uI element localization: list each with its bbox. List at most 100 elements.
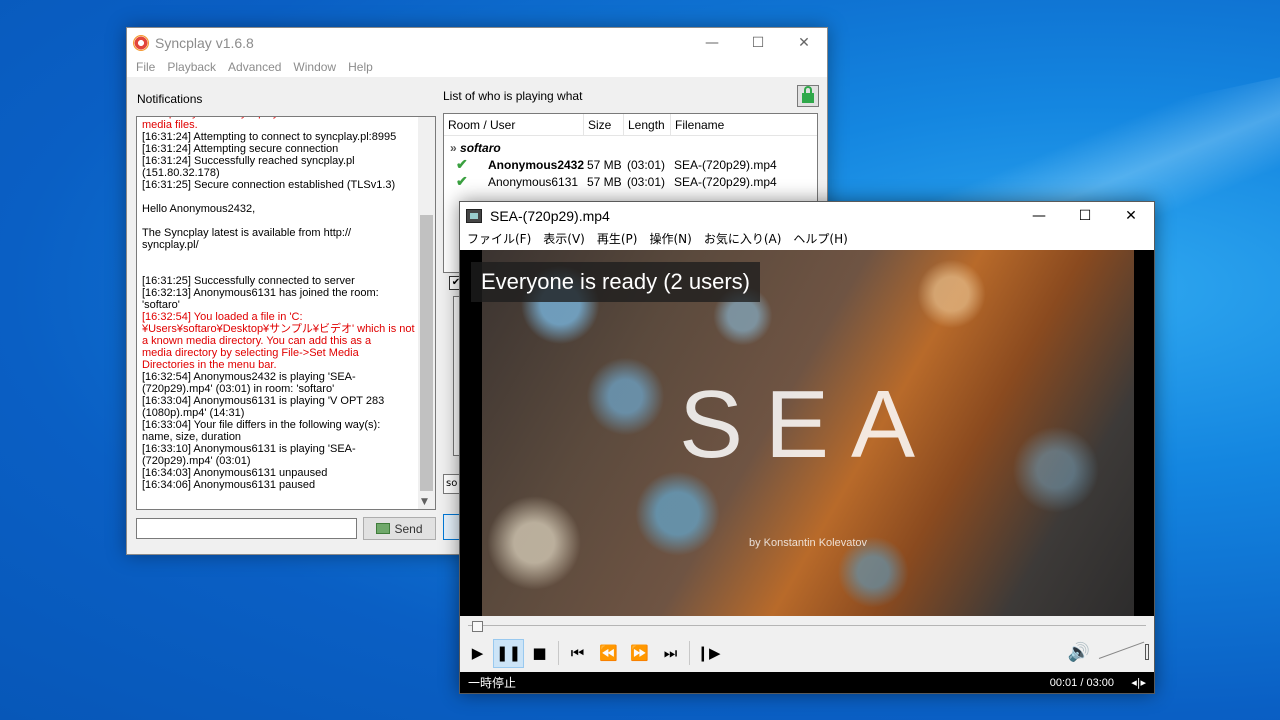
- notifications-log[interactable]: and specify where Syncplay should look t…: [136, 116, 436, 510]
- scrollbar-thumb[interactable]: [420, 215, 433, 491]
- osd-message: Everyone is ready (2 users): [471, 262, 760, 302]
- menu-navigate[interactable]: 操作(N): [649, 230, 691, 250]
- playback-status: 一時停止: [468, 676, 517, 690]
- room-row[interactable]: » softaro: [450, 141, 501, 155]
- user-length: (03:01): [627, 175, 666, 189]
- notifications-text: and specify where Syncplay should look t…: [142, 117, 420, 491]
- log-line: [16:33:04] Anonymous6131 is playing 'V O…: [142, 395, 385, 407]
- log-line: [16:34:06] Anonymous6131 paused: [142, 479, 316, 491]
- pause-icon[interactable]: ❚❚: [493, 638, 524, 668]
- col-size[interactable]: Size: [584, 114, 624, 135]
- room-name: softaro: [460, 141, 501, 155]
- video-byline: by Konstantin Kolevatov: [748, 537, 868, 549]
- user-file: SEA-(720p29).mp4: [674, 158, 777, 172]
- separator: [558, 641, 559, 665]
- rewind-icon[interactable]: ⏪: [593, 639, 624, 668]
- menu-help[interactable]: Help: [348, 58, 373, 77]
- volume-slider[interactable]: [1098, 641, 1149, 662]
- room-expand-icon: »: [450, 141, 457, 155]
- status-bar: 一時停止 00:01 / 03:00 ◂|▸: [460, 672, 1154, 693]
- syncplay-title: Syncplay v1.6.8: [155, 35, 254, 51]
- log-line: (720p29).mp4' (03:01) in room: 'softaro': [142, 383, 335, 395]
- time-readout: 00:01 / 03:00: [1049, 676, 1114, 689]
- scroll-down-icon[interactable]: ▼: [421, 497, 428, 507]
- menu-play[interactable]: 再生(P): [597, 230, 638, 250]
- user-row[interactable]: ✔ Anonymous2432 57 MB (03:01) SEA-(720p2…: [444, 156, 817, 174]
- video-frame: SEA by Konstantin Kolevatov: [482, 250, 1134, 616]
- log-line: Directories in the menu bar.: [142, 359, 277, 371]
- menu-playback[interactable]: Playback: [167, 58, 216, 77]
- player-controls: ▶ ❚❚ ■ ⏮ ⏪ ⏩ ⏭ ❙▶ 🔊: [460, 634, 1154, 672]
- menu-favorites[interactable]: お気に入り(A): [704, 230, 782, 250]
- log-line: 'softaro': [142, 299, 180, 311]
- col-length[interactable]: Length: [624, 114, 671, 135]
- syncplay-menubar: File Playback Advanced Window Help: [127, 58, 827, 78]
- log-line: syncplay.pl/: [142, 239, 199, 251]
- log-line: [16:31:24] Attempting to connect to sync…: [142, 131, 397, 143]
- maximize-button[interactable]: ☐: [1062, 202, 1108, 230]
- audio-stream-icon[interactable]: ◂|▸: [1131, 676, 1146, 689]
- log-line: name, size, duration: [142, 431, 242, 443]
- user-length: (03:01): [627, 158, 666, 172]
- log-line: [16:32:13] Anonymous6131 has joined the …: [142, 287, 379, 299]
- notifications-scrollbar[interactable]: ▼: [418, 117, 435, 509]
- log-line: [16:32:54] You loaded a file in 'C:: [142, 311, 303, 323]
- log-line: [16:32:54] Anonymous2432 is playing 'SEA…: [142, 371, 356, 383]
- separator: [689, 641, 690, 665]
- menu-advanced[interactable]: Advanced: [228, 58, 281, 77]
- user-size: 57 MB: [587, 175, 622, 189]
- user-list-header: Room / User Size Length Filename: [444, 114, 817, 136]
- chat-input[interactable]: [136, 518, 357, 539]
- user-list-label: List of who is playing what: [443, 89, 583, 103]
- close-button[interactable]: ✕: [781, 28, 827, 58]
- send-icon: [376, 523, 391, 534]
- close-button[interactable]: ✕: [1108, 202, 1154, 230]
- send-button[interactable]: Send: [363, 517, 436, 540]
- lock-icon: [802, 86, 814, 103]
- volume-icon[interactable]: 🔊: [1068, 642, 1090, 663]
- col-filename[interactable]: Filename: [671, 114, 817, 135]
- menu-view[interactable]: 表示(V): [543, 230, 585, 250]
- player-titlebar[interactable]: SEA-(720p29).mp4 — ☐ ✕: [460, 202, 1154, 230]
- play-icon[interactable]: ▶: [462, 639, 493, 668]
- log-line: [16:33:04] Your file differs in the foll…: [142, 419, 381, 431]
- log-line: (151.80.32.178): [142, 167, 220, 179]
- user-name: Anonymous6131: [488, 175, 579, 189]
- log-line: [16:31:25] Successfully connected to ser…: [142, 275, 355, 287]
- minimize-button[interactable]: —: [689, 28, 735, 58]
- previous-icon[interactable]: ⏮: [562, 639, 593, 668]
- user-row[interactable]: ✔ Anonymous6131 57 MB (03:01) SEA-(720p2…: [444, 173, 817, 191]
- seek-thumb[interactable]: [471, 621, 483, 632]
- user-name: Anonymous2432: [488, 158, 585, 172]
- notifications-label: Notifications: [137, 92, 203, 106]
- log-line: ¥Users¥softaro¥Desktop¥サンプル¥ビデオ' which i…: [142, 323, 415, 335]
- log-line: [16:31:25] Secure connection established…: [142, 179, 396, 191]
- log-line: a known media directory. You can add thi…: [142, 335, 372, 347]
- col-room-user[interactable]: Room / User: [444, 114, 584, 135]
- minimize-button[interactable]: —: [1016, 202, 1062, 230]
- log-line: The Syncplay latest is available from ht…: [142, 227, 352, 239]
- volume-thumb[interactable]: [1145, 644, 1149, 660]
- ready-check-icon: ✔: [456, 173, 468, 189]
- menu-help[interactable]: ヘルプ(H): [793, 230, 847, 250]
- fast-forward-icon[interactable]: ⏩: [624, 639, 655, 668]
- syncplay-titlebar[interactable]: Syncplay v1.6.8 — ☐ ✕: [127, 28, 827, 58]
- maximize-button[interactable]: ☐: [735, 28, 781, 58]
- seek-bar[interactable]: [460, 616, 1154, 634]
- frame-step-icon[interactable]: ❙▶: [693, 639, 724, 668]
- ready-lock-button[interactable]: [797, 85, 819, 107]
- menu-file[interactable]: File: [136, 58, 155, 77]
- stop-icon[interactable]: ■: [524, 639, 555, 668]
- player-app-icon: [466, 209, 482, 223]
- next-icon[interactable]: ⏭: [655, 639, 686, 668]
- seek-track[interactable]: [468, 625, 1146, 626]
- menu-file[interactable]: ファイル(F): [467, 230, 531, 250]
- video-title-text: SEA: [678, 371, 938, 478]
- video-area[interactable]: SEA by Konstantin Kolevatov Everyone is …: [460, 250, 1154, 616]
- log-line: (1080p).mp4' (14:31): [142, 407, 245, 419]
- menu-window[interactable]: Window: [293, 58, 336, 77]
- volume-track: [1098, 641, 1145, 659]
